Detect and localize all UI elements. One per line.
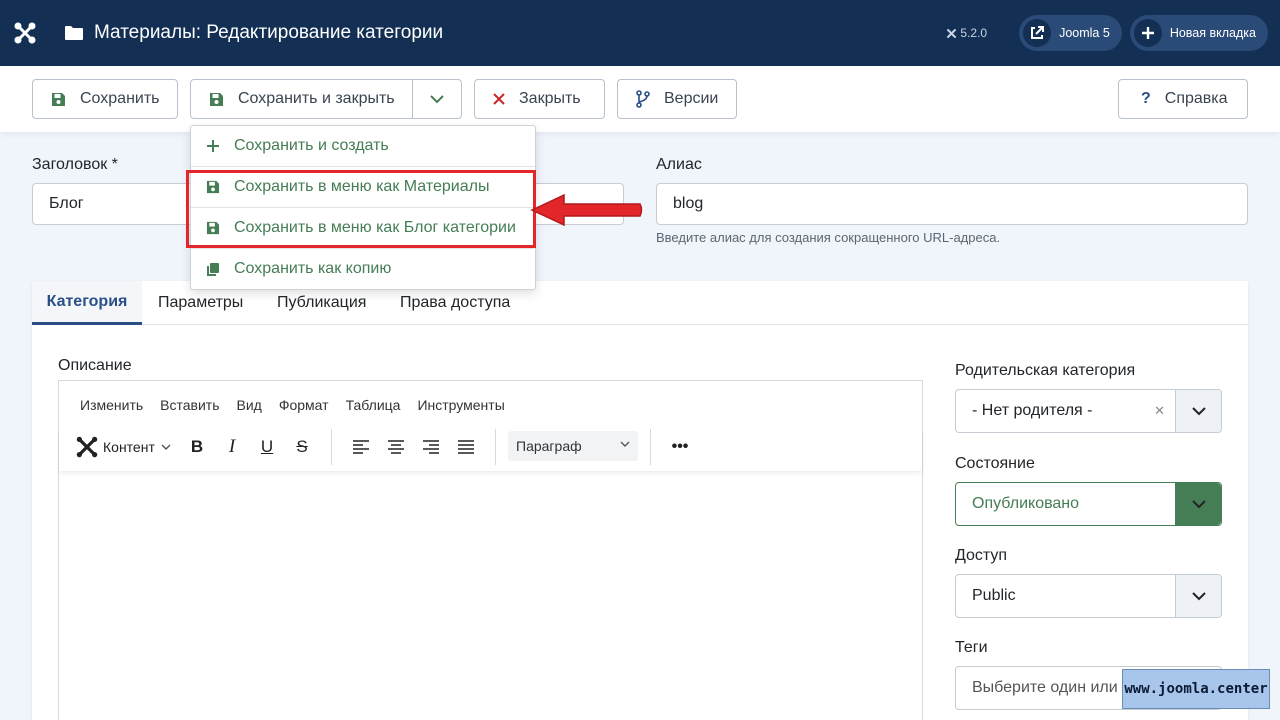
question-icon: ?	[1141, 90, 1151, 107]
toolbar-separator	[331, 429, 332, 465]
menu-format[interactable]: Формат	[279, 397, 329, 413]
description-label: Описание	[58, 357, 132, 374]
plus-icon	[1141, 27, 1154, 39]
alias-input[interactable]: blog	[656, 183, 1248, 225]
toolbar: Сохранить Сохранить и закрыть Закрыть Ве…	[0, 66, 1280, 132]
save-dropdown-toggle[interactable]	[412, 79, 462, 119]
alias-label: Алиас	[656, 156, 702, 173]
toolbar-separator	[495, 429, 496, 465]
content-button[interactable]: Контент	[75, 429, 175, 465]
new-tab-button[interactable]: Новая вкладка	[1129, 15, 1268, 51]
external-link-icon	[1031, 26, 1045, 39]
title-label: Заголовок *	[32, 156, 118, 173]
save-close-button[interactable]: Сохранить и закрыть	[190, 79, 413, 119]
menu-edit[interactable]: Изменить	[80, 397, 143, 413]
save-button[interactable]: Сохранить	[32, 79, 178, 119]
joomla-small-icon	[947, 28, 957, 38]
save-as-copy-item[interactable]: Сохранить как копию	[191, 249, 535, 289]
align-center-icon[interactable]	[382, 429, 410, 465]
tags-label: Теги	[955, 639, 988, 656]
chevron-down-icon	[1175, 390, 1221, 432]
chevron-down-icon	[1175, 483, 1221, 525]
copy-icon	[207, 262, 219, 276]
help-button[interactable]: ? Справка	[1118, 79, 1248, 119]
joomla-content-icon	[76, 436, 98, 458]
version-label[interactable]: 5.2.0	[946, 26, 987, 40]
folder-icon	[65, 26, 83, 40]
underline-icon[interactable]: U	[253, 429, 281, 465]
page-title: Материалы: Редактирование категории	[64, 22, 443, 44]
bold-icon[interactable]: B	[183, 429, 211, 465]
chevron-down-icon	[430, 94, 444, 103]
strikethrough-icon[interactable]: S	[288, 429, 316, 465]
save-and-new-item[interactable]: Сохранить и создать	[191, 126, 535, 166]
joomla-site-button[interactable]: Joomla 5	[1019, 15, 1122, 51]
branch-icon	[636, 90, 650, 108]
plus-icon	[207, 140, 219, 152]
state-label: Состояние	[955, 455, 1035, 472]
paragraph-select[interactable]: Параграф	[508, 431, 638, 461]
parent-category-label: Родительская категория	[955, 362, 1136, 379]
red-arrow-annotation	[530, 193, 643, 227]
menu-table[interactable]: Таблица	[346, 397, 401, 413]
menu-tools[interactable]: Инструменты	[417, 397, 504, 413]
alias-hint: Введите алиас для создания сокращенного …	[656, 230, 1001, 245]
align-justify-icon[interactable]	[452, 429, 480, 465]
clear-icon[interactable]: ✕	[1154, 403, 1165, 419]
chevron-down-icon	[1175, 575, 1221, 617]
highlight-box	[186, 170, 536, 248]
versions-button[interactable]: Версии	[617, 79, 737, 119]
menu-insert[interactable]: Вставить	[160, 397, 219, 413]
floppy-icon	[52, 92, 65, 106]
toolbar-separator	[650, 429, 651, 465]
joomla-logo-icon[interactable]	[0, 0, 50, 66]
menu-view[interactable]: Вид	[237, 397, 262, 413]
editor-toolbar: Контент B I U S Параграф •••	[59, 429, 922, 471]
tab-category[interactable]: Категория	[32, 281, 142, 325]
access-label: Доступ	[955, 547, 1008, 564]
admin-header: Материалы: Редактирование категории 5.2.…	[0, 0, 1280, 66]
watermark: www.joomla.center	[1122, 669, 1270, 709]
parent-category-select[interactable]: - Нет родителя - ✕	[955, 389, 1222, 433]
align-right-icon[interactable]	[417, 429, 445, 465]
state-select[interactable]: Опубликовано	[955, 482, 1222, 526]
italic-icon[interactable]: I	[218, 429, 246, 465]
rich-text-editor: Изменить Вставить Вид Формат Таблица Инс…	[58, 380, 923, 720]
chevron-down-icon	[620, 441, 630, 447]
more-icon[interactable]: •••	[665, 429, 695, 465]
close-button[interactable]: Закрыть	[474, 79, 605, 119]
access-select[interactable]: Public	[955, 574, 1222, 618]
close-icon	[493, 93, 505, 105]
chevron-down-icon	[161, 444, 171, 450]
align-left-icon[interactable]	[347, 429, 375, 465]
page-title-text: Материалы: Редактирование категории	[94, 22, 444, 43]
floppy-icon	[210, 92, 223, 106]
editor-menubar: Изменить Вставить Вид Формат Таблица Инс…	[59, 381, 922, 429]
